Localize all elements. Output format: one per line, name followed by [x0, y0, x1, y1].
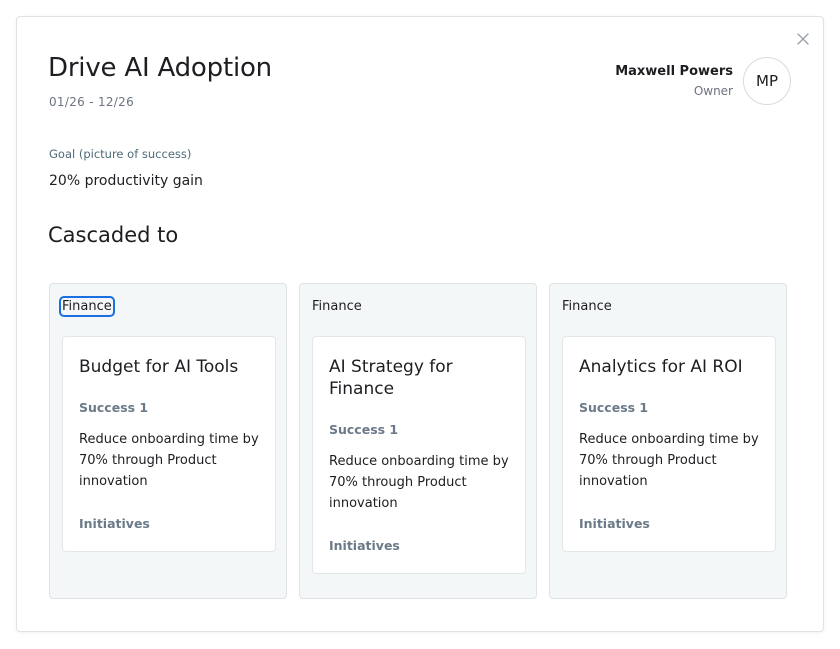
close-icon — [797, 33, 809, 45]
success-label: Success 1 — [79, 400, 149, 415]
initiatives-label: Initiatives — [79, 516, 150, 531]
success-label: Success 1 — [329, 422, 399, 437]
cascaded-objective-title: AI Strategy for Finance — [329, 357, 453, 399]
objective-title: Drive AI Adoption — [48, 53, 272, 83]
cascaded-objective-card[interactable]: Budget for AI Tools Success 1 Reduce onb… — [62, 336, 276, 552]
success-text: Reduce onboarding time by 70% through Pr… — [329, 454, 509, 511]
success-text: Reduce onboarding time by 70% through Pr… — [79, 432, 259, 489]
goal-value: 20% productivity gain — [49, 173, 203, 189]
owner-info: Maxwell Powers Owner — [615, 64, 733, 98]
cascaded-card: Finance Analytics for AI ROI Success 1 R… — [549, 283, 787, 599]
card-department-link[interactable]: Finance — [311, 298, 363, 315]
close-button[interactable] — [795, 31, 811, 47]
initiatives-label: Initiatives — [579, 516, 650, 531]
objective-date-range: 01/26 - 12/26 — [49, 95, 135, 109]
initiatives-label: Initiatives — [329, 538, 400, 553]
cascaded-objective-card[interactable]: AI Strategy for Finance Success 1 Reduce… — [312, 336, 526, 574]
success-text: Reduce onboarding time by 70% through Pr… — [579, 432, 759, 489]
success-label: Success 1 — [579, 400, 649, 415]
cascaded-section-title: Cascaded to — [48, 223, 179, 247]
owner-role: Owner — [693, 84, 733, 98]
card-department-link[interactable]: Finance — [561, 298, 613, 315]
cascaded-cards: Finance Budget for AI Tools Success 1 Re… — [49, 283, 787, 599]
owner-name: Maxwell Powers — [615, 64, 733, 79]
owner-block: Maxwell Powers Owner MP — [615, 57, 791, 105]
cascaded-objective-title: Analytics for AI ROI — [579, 357, 743, 377]
cascaded-card: Finance AI Strategy for Finance Success … — [299, 283, 537, 599]
card-department-link[interactable]: Finance — [59, 296, 115, 317]
goal-label: Goal (picture of success) — [49, 147, 192, 161]
objective-detail-modal: Drive AI Adoption 01/26 - 12/26 Maxwell … — [16, 16, 824, 632]
cascaded-card: Finance Budget for AI Tools Success 1 Re… — [49, 283, 287, 599]
cascaded-objective-title: Budget for AI Tools — [79, 357, 239, 377]
owner-avatar[interactable]: MP — [743, 57, 791, 105]
cascaded-objective-card[interactable]: Analytics for AI ROI Success 1 Reduce on… — [562, 336, 776, 552]
